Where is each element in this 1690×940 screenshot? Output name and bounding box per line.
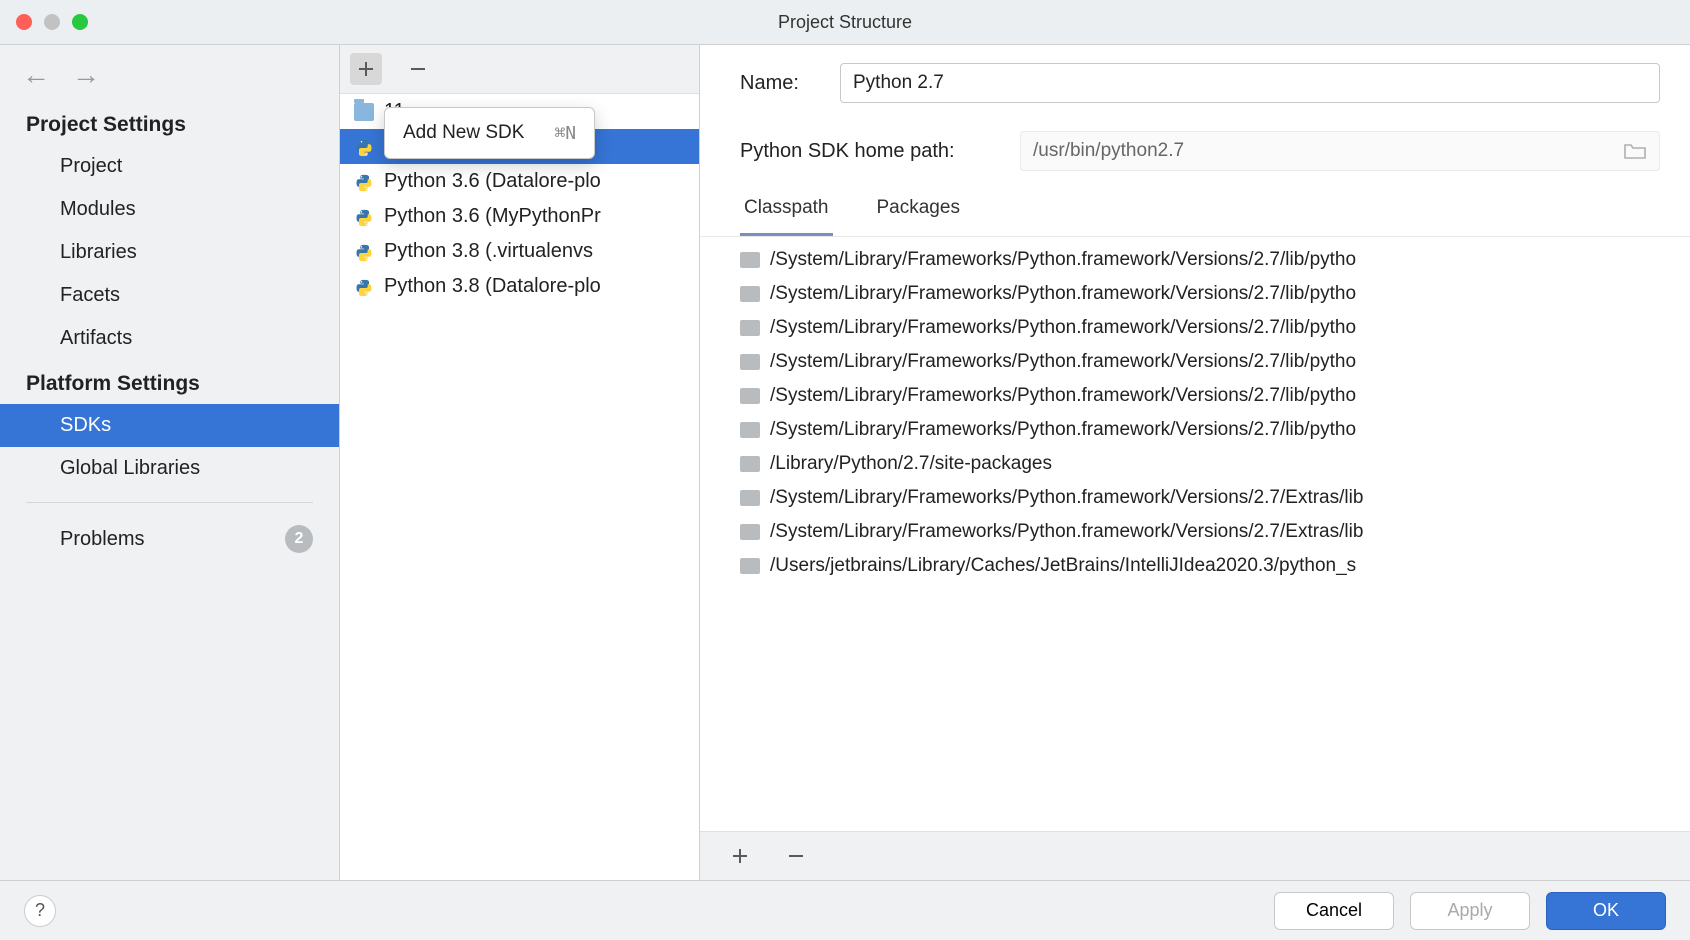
sdk-list-panel: 11Python 2.7Python 3.6 (Datalore-ploPyth… bbox=[340, 45, 700, 880]
sidebar-item-global-libraries[interactable]: Global Libraries bbox=[0, 447, 339, 490]
sidebar-item-artifacts[interactable]: Artifacts bbox=[0, 317, 339, 360]
classpath-row[interactable]: /Library/Python/2.7/site-packages bbox=[700, 447, 1690, 481]
python-icon bbox=[354, 243, 374, 261]
classpath-toolbar bbox=[700, 831, 1690, 880]
classpath-value: /System/Library/Frameworks/Python.framew… bbox=[770, 249, 1356, 271]
folder-icon bbox=[740, 286, 760, 302]
apply-button[interactable]: Apply bbox=[1410, 892, 1530, 930]
name-label: Name: bbox=[740, 72, 820, 95]
detail-tabs: Classpath Packages bbox=[700, 181, 1690, 237]
sdk-list-item[interactable]: Python 3.6 (Datalore-plo bbox=[340, 164, 699, 199]
section-project-settings: Project Settings bbox=[0, 105, 339, 145]
sdk-list-item[interactable]: Python 3.6 (MyPythonPr bbox=[340, 199, 699, 234]
remove-sdk-button[interactable] bbox=[402, 53, 434, 85]
classpath-row[interactable]: /Users/jetbrains/Library/Caches/JetBrain… bbox=[700, 549, 1690, 583]
python-icon bbox=[354, 138, 374, 156]
minus-icon bbox=[787, 847, 805, 865]
folder-icon bbox=[740, 490, 760, 506]
plus-icon bbox=[731, 847, 749, 865]
traffic-lights bbox=[0, 14, 88, 30]
folder-icon bbox=[740, 252, 760, 268]
classpath-value: /System/Library/Frameworks/Python.framew… bbox=[770, 283, 1356, 305]
add-sdk-popup: Add New SDK ⌘N bbox=[384, 107, 595, 159]
folder-icon bbox=[354, 103, 374, 121]
home-path-value: /usr/bin/python2.7 bbox=[1033, 140, 1184, 162]
remove-classpath-button[interactable] bbox=[780, 840, 812, 872]
python-icon bbox=[354, 173, 374, 191]
add-classpath-button[interactable] bbox=[724, 840, 756, 872]
sdk-list-item-label: Python 3.8 (.virtualenvs bbox=[384, 240, 593, 263]
home-path-label: Python SDK home path: bbox=[740, 140, 1000, 163]
name-input-value: Python 2.7 bbox=[853, 72, 944, 94]
maximize-window-icon[interactable] bbox=[72, 14, 88, 30]
nav-forward-icon[interactable]: → bbox=[72, 59, 100, 91]
classpath-value: /System/Library/Frameworks/Python.framew… bbox=[770, 385, 1356, 407]
popup-item-label: Add New SDK bbox=[403, 122, 524, 144]
cancel-button[interactable]: Cancel bbox=[1274, 892, 1394, 930]
sdk-list-item-label: Python 3.8 (Datalore-plo bbox=[384, 275, 601, 298]
add-sdk-button[interactable] bbox=[350, 53, 382, 85]
settings-sidebar: ← → Project Settings ProjectModulesLibra… bbox=[0, 45, 340, 880]
minimize-window-icon[interactable] bbox=[44, 14, 60, 30]
sidebar-divider bbox=[26, 502, 313, 503]
home-path-field[interactable]: /usr/bin/python2.7 bbox=[1020, 131, 1660, 171]
folder-icon bbox=[740, 354, 760, 370]
section-platform-settings: Platform Settings bbox=[0, 360, 339, 404]
folder-icon bbox=[740, 558, 760, 574]
sdk-list-item[interactable]: Python 3.8 (.virtualenvs bbox=[340, 234, 699, 269]
classpath-value: /System/Library/Frameworks/Python.framew… bbox=[770, 351, 1356, 373]
classpath-value: /System/Library/Frameworks/Python.framew… bbox=[770, 521, 1363, 543]
classpath-row[interactable]: /System/Library/Frameworks/Python.framew… bbox=[700, 311, 1690, 345]
sidebar-item-libraries[interactable]: Libraries bbox=[0, 231, 339, 274]
python-icon bbox=[354, 278, 374, 296]
classpath-row[interactable]: /System/Library/Frameworks/Python.framew… bbox=[700, 345, 1690, 379]
classpath-list: /System/Library/Frameworks/Python.framew… bbox=[700, 237, 1690, 831]
classpath-row[interactable]: /System/Library/Frameworks/Python.framew… bbox=[700, 481, 1690, 515]
sdk-list-item[interactable]: Python 3.8 (Datalore-plo bbox=[340, 269, 699, 304]
close-window-icon[interactable] bbox=[16, 14, 32, 30]
browse-folder-icon[interactable] bbox=[1623, 142, 1647, 160]
classpath-value: /Users/jetbrains/Library/Caches/JetBrain… bbox=[770, 555, 1356, 577]
classpath-value: /System/Library/Frameworks/Python.framew… bbox=[770, 317, 1356, 339]
classpath-row[interactable]: /System/Library/Frameworks/Python.framew… bbox=[700, 277, 1690, 311]
nav-back-icon[interactable]: ← bbox=[22, 59, 50, 91]
tab-classpath[interactable]: Classpath bbox=[740, 197, 833, 236]
sidebar-item-modules[interactable]: Modules bbox=[0, 188, 339, 231]
classpath-row[interactable]: /System/Library/Frameworks/Python.framew… bbox=[700, 515, 1690, 549]
folder-icon bbox=[740, 388, 760, 404]
sidebar-item-label: Problems bbox=[60, 528, 144, 551]
sdk-detail-panel: Name: Python 2.7 Python SDK home path: /… bbox=[700, 45, 1690, 880]
folder-icon bbox=[740, 422, 760, 438]
classpath-value: /System/Library/Frameworks/Python.framew… bbox=[770, 419, 1356, 441]
plus-icon bbox=[357, 60, 375, 78]
sdk-list-item-label: Python 3.6 (Datalore-plo bbox=[384, 170, 601, 193]
sidebar-item-problems[interactable]: Problems 2 bbox=[0, 515, 339, 563]
help-button[interactable]: ? bbox=[24, 895, 56, 927]
classpath-value: /Library/Python/2.7/site-packages bbox=[770, 453, 1052, 475]
popup-item-add-new-sdk[interactable]: Add New SDK ⌘N bbox=[385, 116, 594, 150]
sdk-list-item-label: Python 3.6 (MyPythonPr bbox=[384, 205, 601, 228]
sidebar-item-sdks[interactable]: SDKs bbox=[0, 404, 339, 447]
classpath-row[interactable]: /System/Library/Frameworks/Python.framew… bbox=[700, 243, 1690, 277]
sdk-list-toolbar bbox=[340, 45, 699, 94]
minus-icon bbox=[409, 60, 427, 78]
popup-item-shortcut: ⌘N bbox=[554, 123, 576, 144]
dialog-footer: ? Cancel Apply OK bbox=[0, 880, 1690, 940]
classpath-row[interactable]: /System/Library/Frameworks/Python.framew… bbox=[700, 379, 1690, 413]
name-input[interactable]: Python 2.7 bbox=[840, 63, 1660, 103]
ok-button[interactable]: OK bbox=[1546, 892, 1666, 930]
folder-icon bbox=[740, 456, 760, 472]
sidebar-item-facets[interactable]: Facets bbox=[0, 274, 339, 317]
window-title: Project Structure bbox=[0, 12, 1690, 33]
classpath-value: /System/Library/Frameworks/Python.framew… bbox=[770, 487, 1363, 509]
python-icon bbox=[354, 208, 374, 226]
problems-count-badge: 2 bbox=[285, 525, 313, 553]
title-bar: Project Structure bbox=[0, 0, 1690, 45]
sidebar-item-project[interactable]: Project bbox=[0, 145, 339, 188]
folder-icon bbox=[740, 524, 760, 540]
folder-icon bbox=[740, 320, 760, 336]
tab-packages[interactable]: Packages bbox=[873, 197, 964, 236]
classpath-row[interactable]: /System/Library/Frameworks/Python.framew… bbox=[700, 413, 1690, 447]
